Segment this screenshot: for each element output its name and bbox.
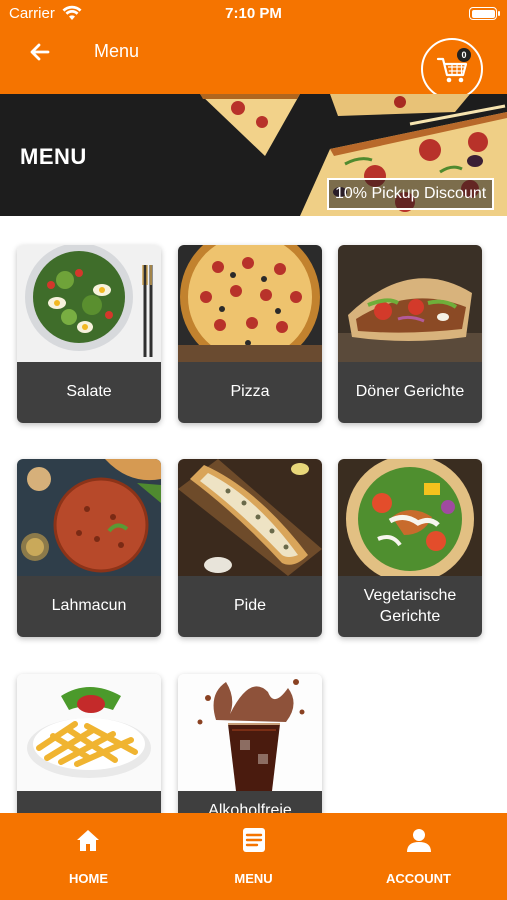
status-bar: Carrier 7:10 PM — [0, 0, 507, 28]
cola-drink-image — [178, 674, 322, 791]
category-grid: Salate Pizza Döner Gerichte Lahmacun Pid… — [0, 216, 507, 813]
menu-banner: MENU 10% Pickup Discount — [0, 94, 507, 216]
category-label: Vegetarische Gerichte — [338, 576, 482, 637]
vegetarian-image — [338, 459, 482, 576]
account-icon — [407, 829, 431, 852]
salad-image — [17, 245, 161, 362]
category-label: Döner Gerichte — [338, 362, 482, 423]
bottom-tab-bar: HOME MENU ACCOUNT — [0, 813, 507, 900]
category-label: Alkoholfreie — [178, 791, 322, 813]
page-title: Menu — [94, 41, 140, 61]
category-label: Salate — [17, 362, 161, 423]
cart-count-badge: 0 — [457, 48, 471, 62]
category-card-vegetarisch[interactable]: Vegetarische Gerichte — [338, 459, 482, 637]
menu-list-icon — [243, 828, 265, 852]
tab-label: MENU — [234, 871, 273, 886]
tab-account[interactable]: ACCOUNT — [334, 813, 503, 900]
category-card-doener[interactable]: Döner Gerichte — [338, 245, 482, 423]
fries-image — [17, 674, 161, 791]
nav-bar: Menu 0 — [0, 28, 507, 100]
category-card-alkoholfreie[interactable]: Alkoholfreie — [178, 674, 322, 813]
clock: 7:10 PM — [225, 5, 282, 22]
lahmacun-image — [17, 459, 161, 576]
pide-image — [178, 459, 322, 576]
tab-label: ACCOUNT — [386, 871, 451, 886]
cart-button[interactable]: 0 — [421, 38, 483, 100]
battery-icon — [469, 7, 500, 20]
tab-menu[interactable]: MENU — [169, 813, 338, 900]
category-label: Pizza — [178, 362, 322, 423]
category-card-salate[interactable]: Salate — [17, 245, 161, 423]
home-icon — [77, 830, 99, 851]
banner-heading: MENU — [20, 144, 87, 169]
doener-image — [338, 245, 482, 362]
pizza-image — [178, 245, 322, 362]
category-label: Pide — [178, 576, 322, 637]
category-label — [17, 791, 161, 813]
category-card-pommes[interactable] — [17, 674, 161, 813]
category-card-pide[interactable]: Pide — [178, 459, 322, 637]
category-card-lahmacun[interactable]: Lahmacun — [17, 459, 161, 637]
back-arrow-icon[interactable] — [26, 38, 54, 66]
pickup-discount-badge: 10% Pickup Discount — [327, 178, 495, 210]
category-label: Lahmacun — [17, 576, 161, 637]
tab-home[interactable]: HOME — [4, 813, 173, 900]
category-card-pizza[interactable]: Pizza — [178, 245, 322, 423]
tab-label: HOME — [69, 871, 108, 886]
